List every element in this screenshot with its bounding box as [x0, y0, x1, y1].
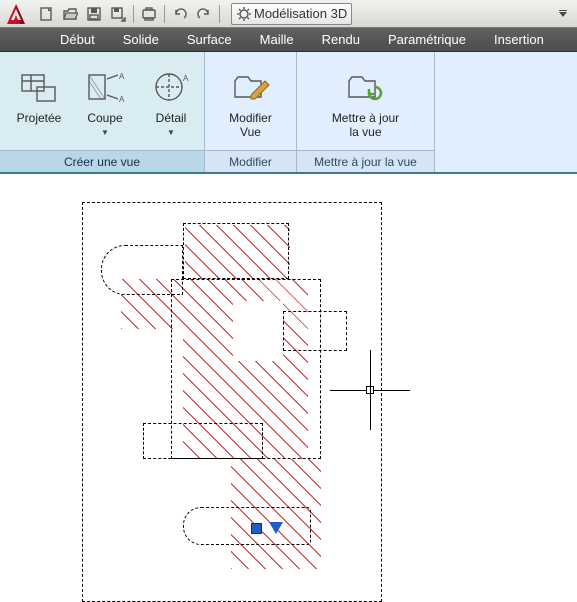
- save-icon[interactable]: [83, 3, 105, 25]
- dashed-outline: [283, 311, 347, 351]
- panel-creer-vue: Projetée A A Coupe▼: [0, 52, 205, 172]
- grip-triangle[interactable]: [269, 522, 283, 534]
- open-icon[interactable]: [59, 3, 81, 25]
- new-icon[interactable]: [35, 3, 57, 25]
- projetee-icon: [19, 67, 59, 107]
- tab-rendu[interactable]: Rendu: [308, 28, 374, 51]
- projetee-label: Projetée: [17, 111, 62, 125]
- chevron-down-icon: ▼: [87, 126, 122, 140]
- ribbon-tabs: Début Solide Surface Maille Rendu Paramé…: [0, 28, 577, 52]
- svg-text:A: A: [183, 74, 189, 83]
- modifier-vue-label: Modifier Vue: [229, 111, 272, 139]
- workspace-switcher[interactable]: Modélisation 3D: [231, 3, 352, 25]
- redo-icon[interactable]: [193, 3, 215, 25]
- detail-label: Détail: [156, 111, 187, 125]
- gear-icon: [236, 6, 252, 22]
- ribbon: Projetée A A Coupe▼: [0, 52, 577, 174]
- dashed-outline: [183, 507, 311, 545]
- coupe-icon: A A: [85, 67, 125, 107]
- dashed-outline: [183, 223, 289, 279]
- tab-maille[interactable]: Maille: [246, 28, 308, 51]
- detail-icon: A: [151, 67, 191, 107]
- projetee-button[interactable]: Projetée: [10, 65, 68, 143]
- qat-separator: [164, 5, 165, 23]
- quick-access-toolbar: Modélisation 3D: [0, 0, 577, 28]
- coupe-label: Coupe: [87, 111, 122, 125]
- chevron-down-icon: ▼: [156, 126, 187, 140]
- panel-title-creer: Créer une vue: [0, 150, 204, 172]
- plot-icon[interactable]: [138, 3, 160, 25]
- modifier-vue-button[interactable]: Modifier Vue: [222, 65, 280, 143]
- qat-dropdown-icon[interactable]: [552, 3, 574, 25]
- svg-text:A: A: [119, 72, 125, 81]
- qat-separator: [133, 5, 134, 23]
- panel-maj: Mettre à jour la vue Mettre à jour la vu…: [297, 52, 435, 172]
- workspace-label: Modélisation 3D: [254, 6, 347, 21]
- tab-insertion[interactable]: Insertion: [480, 28, 558, 51]
- edit-view-icon: [231, 67, 271, 107]
- panel-title-modifier: Modifier: [205, 150, 296, 172]
- detail-button[interactable]: A Détail▼: [142, 65, 200, 143]
- drawing-canvas[interactable]: [0, 174, 577, 579]
- maj-vue-label: Mettre à jour la vue: [332, 111, 399, 139]
- coupe-button[interactable]: A A Coupe▼: [76, 65, 134, 143]
- svg-text:A: A: [119, 95, 125, 104]
- app-menu-button[interactable]: [2, 1, 30, 27]
- qat-separator: [219, 5, 220, 23]
- panel-modifier: Modifier Vue Modifier: [205, 52, 297, 172]
- undo-icon[interactable]: [169, 3, 191, 25]
- tab-parametrique[interactable]: Paramétrique: [374, 28, 480, 51]
- mettre-a-jour-vue-button[interactable]: Mettre à jour la vue: [326, 65, 405, 143]
- tab-debut[interactable]: Début: [46, 28, 109, 51]
- dashed-outline: [143, 423, 263, 459]
- tab-solide[interactable]: Solide: [109, 28, 173, 51]
- tab-surface[interactable]: Surface: [173, 28, 246, 51]
- grip-square[interactable]: [251, 523, 262, 534]
- viewport-frame: [82, 202, 382, 602]
- save-as-icon[interactable]: [107, 3, 129, 25]
- panel-title-maj: Mettre à jour la vue: [297, 150, 434, 172]
- update-view-icon: [345, 67, 385, 107]
